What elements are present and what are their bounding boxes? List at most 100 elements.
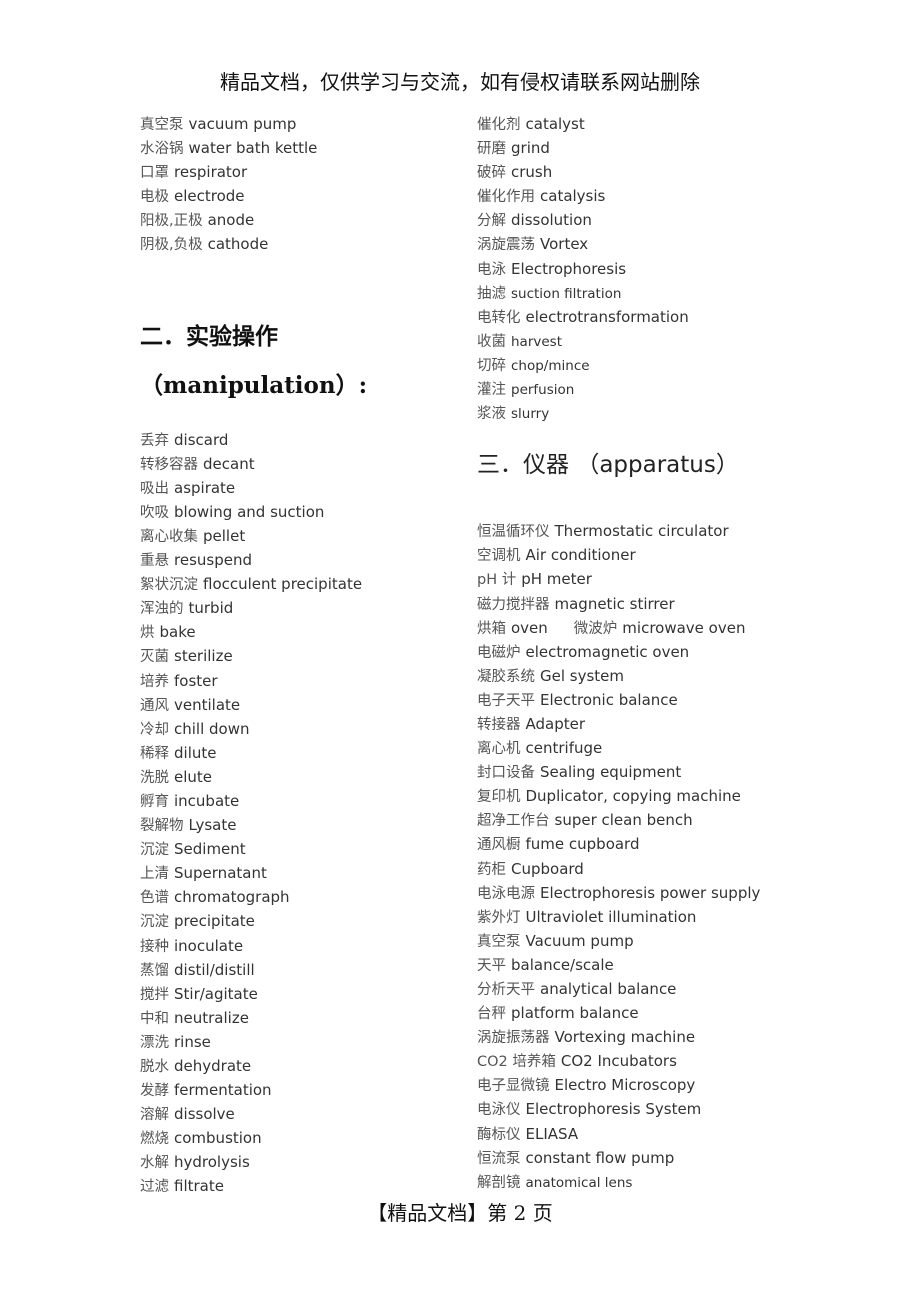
term-english: analytical balance xyxy=(540,980,677,998)
section-2-title: 二．实验操作 xyxy=(140,322,278,350)
vocab-entry: 电子显微镜 Electro Microscopy xyxy=(477,1073,807,1097)
vocab-entry: 台秤 platform balance xyxy=(477,1001,807,1025)
term-english: Electrophoresis System xyxy=(525,1100,702,1119)
term-chinese: 真空泵 xyxy=(477,933,521,950)
vocab-entry: 漂洗 rinse xyxy=(140,1030,460,1054)
vocab-entry: 抽滤 suction filtration xyxy=(477,281,807,305)
term-english: dissolution xyxy=(511,211,592,230)
term-chinese: 脱水 xyxy=(140,1059,169,1075)
term-english: pH meter xyxy=(521,570,592,589)
term-chinese: 恒温循环仪 xyxy=(477,524,550,541)
vocab-entry: 脱水 dehydrate xyxy=(140,1054,460,1078)
term-chinese: 磁力搅拌器 xyxy=(477,596,550,613)
term-english: grind xyxy=(511,139,550,158)
term-english: magnetic stirrer xyxy=(554,594,675,613)
term-english: cathode xyxy=(207,235,269,254)
vocab-entry: 催化作用 catalysis xyxy=(477,184,807,208)
equipment-list-continued: 真空泵 vacuum pump 水浴锅 water bath kettle 口罩 resp… xyxy=(140,112,460,257)
term-english: combustion xyxy=(174,1129,262,1148)
term-english: rinse xyxy=(174,1032,211,1051)
vocab-entry: 复印机 Duplicator, copying machine xyxy=(477,784,807,808)
term-english: Electronic balance xyxy=(540,690,678,709)
term-english: incubate xyxy=(174,791,240,810)
term-chinese: 催化剂 xyxy=(477,117,521,133)
term-chinese: 电泳仪 xyxy=(477,1102,521,1119)
term-english: dissolve xyxy=(174,1105,235,1124)
term-chinese: 沉淀 xyxy=(140,842,169,859)
term-english: suction filtration xyxy=(511,285,622,302)
term-chinese: 中和 xyxy=(140,1010,169,1027)
vocab-entry: 凝胶系统 Gel system xyxy=(477,664,807,688)
term-english: water bath kettle xyxy=(188,139,318,158)
term-english: resuspend xyxy=(174,551,252,570)
vocab-entry: 絮状沉淀 flocculent precipitate xyxy=(140,572,460,596)
term-chinese: 离心收集 xyxy=(140,528,198,545)
vocab-entry: 分解 dissolution xyxy=(477,208,807,232)
manipulation-list-continued: 催化剂 catalyst 研磨 grind 破碎 crush 催化作用 catalysis 分解… xyxy=(477,112,807,425)
term-chinese: 复印机 xyxy=(477,789,521,806)
term-english: aspirate xyxy=(174,478,236,497)
vocab-entry: 切碎 chop/mince xyxy=(477,353,807,377)
vocab-entry: 恒流泵 constant flow pump xyxy=(477,1146,807,1170)
term-chinese: 分解 xyxy=(477,213,506,230)
section-3-title-en: （apparatus） xyxy=(576,452,739,479)
vocab-entry: 涡旋振荡器 Vortexing machine xyxy=(477,1025,807,1049)
term-chinese: 药柜 xyxy=(477,861,506,878)
term-chinese: 稀释 xyxy=(140,745,169,762)
page-header: 精品文档，仅供学习与交流，如有侵权请联系网站删除 xyxy=(220,70,700,94)
term-english: sterilize xyxy=(174,647,233,666)
term-chinese: 转移容器 xyxy=(140,456,198,473)
term-english: blowing and suction xyxy=(174,502,325,521)
term-chinese: 解剖镜 xyxy=(477,1174,521,1191)
term-chinese: 空调机 xyxy=(477,548,521,565)
term-chinese: 孵育 xyxy=(140,793,169,810)
term-chinese: 通风 xyxy=(140,697,169,714)
term-chinese: 超净工作台 xyxy=(477,813,550,830)
apparatus-list: 恒温循环仪 Thermostatic circulator 空调机 Air condi… xyxy=(477,519,807,1194)
vocab-entry: 水解 hydrolysis xyxy=(140,1150,460,1174)
term-chinese: 烘 xyxy=(140,625,155,642)
term-english: decant xyxy=(203,454,255,473)
vocab-entry: 烘箱 oven 微波炉 microwave oven xyxy=(477,616,807,640)
manipulation-list: 丢弃 discard 转移容器 decant 吸出 aspirate 吹吸 blowing a… xyxy=(140,428,460,1199)
term-chinese: 电子天平 xyxy=(477,692,535,709)
term-english: Adapter xyxy=(525,714,586,733)
vocab-entry: 阴极,负极 cathode xyxy=(140,232,460,256)
vocab-entry: 真空泵 Vacuum pump xyxy=(477,929,807,953)
vocab-entry: 恒温循环仪 Thermostatic circulator xyxy=(477,519,807,543)
term-chinese: 研磨 xyxy=(477,141,506,158)
term-chinese: 离心机 xyxy=(477,741,521,758)
term-english: catalysis xyxy=(540,187,606,206)
vocab-entry: 酶标仪 ELIASA xyxy=(477,1122,807,1146)
section-3-title-zh: 仪器 xyxy=(523,452,569,479)
vocab-entry: 烘 bake xyxy=(140,620,460,644)
term-chinese: 浆液 xyxy=(477,406,506,423)
term-chinese: 收菌 xyxy=(477,333,506,350)
term-chinese: 台秤 xyxy=(477,1006,506,1023)
term-english: balance/scale xyxy=(511,955,614,974)
term-english: electrotransformation xyxy=(525,307,689,326)
left-column: 真空泵 vacuum pump 水浴锅 water bath kettle 口罩 resp… xyxy=(140,112,460,1199)
term-chinese: 凝胶系统 xyxy=(477,668,535,685)
term-chinese: 涡旋震荡 xyxy=(477,237,535,254)
vocab-entry: 溶解 dissolve xyxy=(140,1102,460,1126)
term-chinese: 抽滤 xyxy=(477,285,506,302)
vocab-entry: 浑浊的 turbid xyxy=(140,596,460,620)
term-english: bake xyxy=(159,623,196,642)
term-chinese: 电子显微镜 xyxy=(477,1078,550,1095)
vocab-entry: 通风 ventilate xyxy=(140,693,460,717)
term-chinese: 天平 xyxy=(477,957,506,974)
term-chinese: 接种 xyxy=(140,938,169,955)
vocab-entry: 阳极,正极 anode xyxy=(140,208,460,232)
vocab-entry: 封口设备 Sealing equipment xyxy=(477,760,807,784)
term-chinese: 上清 xyxy=(140,866,169,883)
vocab-entry: 接种 inoculate xyxy=(140,934,460,958)
term-english: Gel system xyxy=(540,666,625,685)
term-chinese: 水解 xyxy=(140,1155,169,1172)
term-english: crush xyxy=(511,163,553,182)
term-chinese: 水浴锅 xyxy=(140,141,184,158)
term-english: dehydrate xyxy=(174,1057,252,1075)
vocab-entry: 吹吸 blowing and suction xyxy=(140,500,460,524)
term-english: elute xyxy=(174,767,213,786)
term-chinese: 电转化 xyxy=(477,309,521,326)
